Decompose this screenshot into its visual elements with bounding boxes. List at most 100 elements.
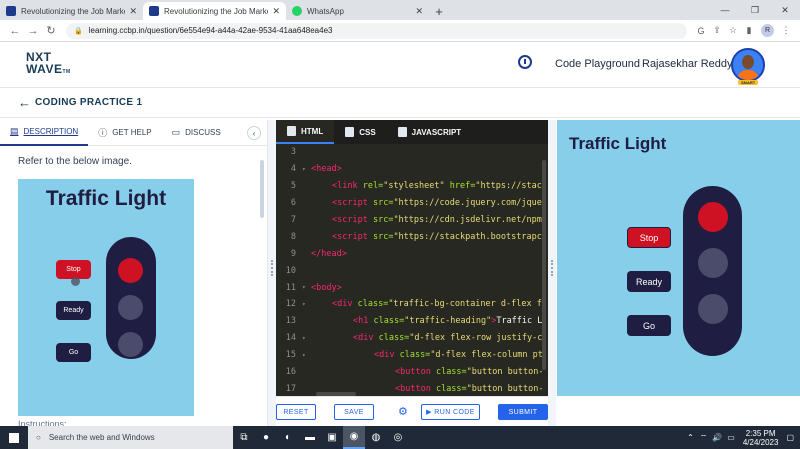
code-line[interactable]: 11 ▾ <body> xyxy=(276,279,548,296)
fold-chevron-icon[interactable]: ▾ xyxy=(302,284,309,291)
maximize-icon[interactable]: ❐ xyxy=(740,0,770,20)
editor-vertical-scrollbar[interactable] xyxy=(542,160,546,370)
code-line[interactable]: 3 xyxy=(276,144,548,161)
code-area[interactable]: 3 4 ▾ <head> 5 <link rel="stylesheet" href="h… xyxy=(276,144,548,396)
preview-ready-button: Ready xyxy=(56,301,91,320)
go-button[interactable]: Go xyxy=(627,315,671,336)
code-token: "traffic-heading" xyxy=(404,316,492,327)
preview-yellow-lamp xyxy=(118,295,143,320)
line-number: 3 xyxy=(290,147,296,158)
code-token: class= xyxy=(373,316,405,327)
reset-button[interactable]: RESET xyxy=(276,404,316,420)
battery-icon[interactable]: ▭ xyxy=(727,433,735,442)
fold-chevron-icon[interactable]: ▾ xyxy=(302,166,309,173)
line-number: 12 xyxy=(285,299,296,310)
whatsapp-favicon-icon xyxy=(292,6,302,16)
windows-start-icon[interactable] xyxy=(0,426,28,449)
code-line[interactable]: 7 <script src="https://cdn.jsdelivr.net/n… xyxy=(276,212,548,229)
code-line[interactable]: 4 ▾ <head> xyxy=(276,161,548,178)
network-icon[interactable]: ⌔ xyxy=(700,433,708,443)
code-line[interactable]: 8 <script src="https://stackpath.bootstra… xyxy=(276,228,548,245)
close-icon[interactable]: ✕ xyxy=(415,6,423,17)
firefox-icon[interactable]: ● xyxy=(255,426,277,449)
practice-subheader: ← CODING PRACTICE 1 xyxy=(0,88,800,118)
address-bar: ← → ↻ 🔒 learning.ccbp.in/question/6e554e… xyxy=(0,20,800,42)
code-line[interactable]: 14 ▾ <div class="d-flex flex-row justify-c xyxy=(276,330,548,347)
tab-description[interactable]: ▤ DESCRIPTION xyxy=(0,120,89,146)
run-code-button[interactable]: ▶ RUN CODE xyxy=(421,404,480,420)
code-playground-link[interactable]: Code Playground xyxy=(555,58,640,70)
tab-html[interactable]: HTML xyxy=(276,120,335,144)
save-button[interactable]: SAVE xyxy=(334,404,374,420)
fold-chevron-icon[interactable]: ▾ xyxy=(302,335,309,342)
close-icon[interactable]: ✕ xyxy=(129,6,137,17)
store-icon[interactable]: ▣ xyxy=(321,426,343,449)
browser-tab-3[interactable]: WhatsApp ✕ xyxy=(286,2,429,20)
code-line[interactable]: 15 ▾ <div class="d-flex flex-column pt xyxy=(276,347,548,364)
code-line[interactable]: 6 <script src="https://code.jquery.com/jq… xyxy=(276,195,548,212)
code-line[interactable]: 16 <button class="button button- xyxy=(276,364,548,381)
forward-arrow-icon[interactable]: → xyxy=(24,25,42,37)
code-text: <script src="https://code.jquery.com/jqu… xyxy=(309,198,542,208)
sidebar-icon[interactable]: ▮ xyxy=(741,25,757,36)
url-field[interactable]: 🔒 learning.ccbp.in/question/6e554e94-a44… xyxy=(66,22,687,39)
task-view-icon[interactable]: ⧉ xyxy=(233,426,255,449)
tab-javascript[interactable]: JAVASCRIPT xyxy=(387,120,473,144)
notification-icon[interactable]: ▢ xyxy=(786,433,794,442)
gear-icon[interactable]: ⚙ xyxy=(398,405,408,418)
description-scrollbar[interactable] xyxy=(260,160,264,218)
ready-button[interactable]: Ready xyxy=(627,271,671,292)
browser-tab-1[interactable]: Revolutionizing the Job Market | ✕ xyxy=(0,2,143,20)
menu-kebab-icon[interactable]: ⋮ xyxy=(778,25,794,36)
css3-icon xyxy=(345,127,355,137)
back-arrow-icon[interactable]: ← xyxy=(18,95,31,110)
username[interactable]: Rajasekhar Reddy xyxy=(642,58,733,70)
close-icon[interactable]: ✕ xyxy=(272,6,280,17)
tab-css[interactable]: CSS xyxy=(334,120,386,144)
avatar[interactable] xyxy=(731,48,765,82)
tab-discuss[interactable]: ▭ DISCUSS xyxy=(162,120,231,146)
edge-icon[interactable]: ◐ xyxy=(277,426,299,449)
code-line[interactable]: 13 <h1 class="traffic-heading">Traffic L xyxy=(276,313,548,330)
collapse-panel-button[interactable]: ‹ xyxy=(247,126,261,140)
code-token: <div xyxy=(332,299,358,310)
code-line[interactable]: 5 <link rel="stylesheet" href="https://st… xyxy=(276,178,548,195)
back-arrow-icon[interactable]: ← xyxy=(6,25,24,37)
resize-handle-left[interactable] xyxy=(268,120,276,426)
minimize-icon[interactable]: — xyxy=(710,0,740,20)
new-tab-button[interactable]: + xyxy=(429,2,449,20)
close-window-icon[interactable]: ✕ xyxy=(770,0,800,20)
tab-get-help[interactable]: ⓘ GET HELP xyxy=(88,120,161,146)
code-line[interactable]: 9 </head> xyxy=(276,245,548,262)
app-header: NXT WAVETM Code Playground Rajasekhar Re… xyxy=(0,42,800,88)
code-line[interactable]: 12 ▾ <div class="traffic-bg-container d-fl… xyxy=(276,296,548,313)
code-token: <script xyxy=(332,198,373,209)
resize-handle-right[interactable] xyxy=(548,120,556,426)
star-icon[interactable]: ☆ xyxy=(725,25,741,36)
volume-icon[interactable]: 🔊 xyxy=(712,433,722,442)
fold-chevron-icon[interactable]: ▾ xyxy=(302,352,309,359)
tab-label: JAVASCRIPT xyxy=(411,127,462,137)
line-number: 14 xyxy=(285,333,296,344)
whatsapp-icon[interactable]: ◍ xyxy=(365,426,387,449)
chevron-up-icon[interactable]: ⌃ xyxy=(687,433,694,442)
taskbar-search[interactable]: ○ Search the web and Windows xyxy=(28,426,233,449)
stop-button[interactable]: Stop xyxy=(627,227,671,248)
code-token: class= xyxy=(357,299,389,310)
profile-avatar-icon[interactable]: R xyxy=(761,24,774,37)
chrome-icon[interactable]: ◉ xyxy=(343,426,365,449)
code-line[interactable]: 10 xyxy=(276,262,548,279)
nxtwave-logo[interactable]: NXT WAVETM xyxy=(26,51,71,78)
share-icon[interactable]: ⇪ xyxy=(709,25,725,36)
fold-chevron-icon[interactable]: ▾ xyxy=(302,301,309,308)
spotify-icon[interactable]: ◎ xyxy=(387,426,409,449)
editor-tabs: HTML CSS JAVASCRIPT xyxy=(276,120,548,144)
file-explorer-icon[interactable]: ▬ xyxy=(299,426,321,449)
browser-tab-2[interactable]: Revolutionizing the Job Market | ✕ xyxy=(143,2,286,20)
reload-icon[interactable]: ↻ xyxy=(42,24,60,37)
taskbar-clock[interactable]: 2:35 PM 4/24/2023 xyxy=(743,429,779,447)
submit-button[interactable]: SUBMIT xyxy=(498,404,548,420)
timer-icon[interactable] xyxy=(518,55,532,69)
google-icon[interactable]: G xyxy=(693,26,709,36)
line-number: 13 xyxy=(285,316,296,327)
